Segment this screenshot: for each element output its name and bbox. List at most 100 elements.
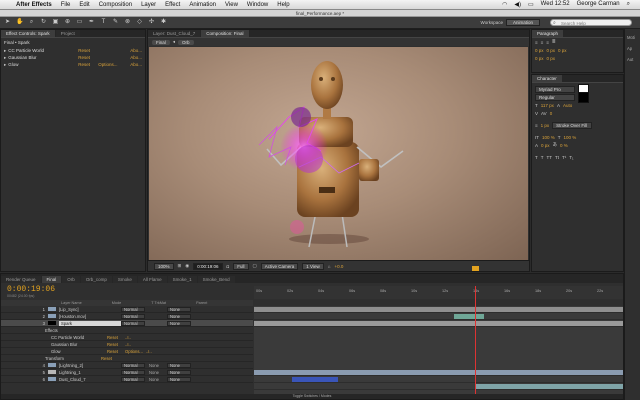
layer-name[interactable]: Dust_Cloud_7 xyxy=(59,377,121,382)
menu-view[interactable]: View xyxy=(225,2,238,8)
pan-behind-tool-icon[interactable]: ⊕ xyxy=(64,19,71,26)
menu-composition[interactable]: Composition xyxy=(99,2,132,8)
layer-bar[interactable] xyxy=(254,307,623,312)
exposure-value[interactable]: +0.0 xyxy=(334,264,343,269)
effect-row[interactable]: ▸ Glow Reset Options... Abo... xyxy=(1,61,145,68)
vertical-scale-value[interactable]: 100 % xyxy=(542,135,555,140)
selection-tool-icon[interactable]: ➤ xyxy=(4,19,11,26)
stroke-color-swatch[interactable] xyxy=(578,91,589,103)
effect-reset-button[interactable]: Reset xyxy=(107,349,125,354)
space-before-value[interactable]: 0 px xyxy=(535,56,544,61)
pen-tool-icon[interactable]: ✒ xyxy=(88,19,95,26)
layer-parent-select[interactable]: None xyxy=(167,313,191,319)
layer-bar[interactable] xyxy=(476,384,623,389)
align-left-icon[interactable]: ≡ xyxy=(535,40,538,45)
tab-final[interactable]: Final xyxy=(41,276,62,283)
search-help-input[interactable]: ⌕ Search Help xyxy=(550,19,632,26)
layer-bar[interactable] xyxy=(292,377,338,382)
effects-group-row[interactable]: Effects xyxy=(1,327,253,334)
camera-tool-icon[interactable]: ▣ xyxy=(52,19,59,26)
effect-row[interactable]: ▸ CC Particle World Reset Abo... xyxy=(1,47,145,54)
layer-name[interactable]: [Lip_Sync] xyxy=(59,307,121,312)
magnification-select[interactable]: 100% xyxy=(154,262,174,270)
wifi-icon[interactable]: ◠ xyxy=(502,1,507,8)
tab-character[interactable]: Character xyxy=(532,75,562,82)
effect-about-button[interactable]: Abo... xyxy=(130,48,145,53)
layer-row-selected[interactable]: 3 Spark Normal None xyxy=(1,320,253,327)
tab-smoke-bend[interactable]: Smoke_Bend xyxy=(197,276,235,283)
tab-smoke[interactable]: Smoke xyxy=(112,276,137,283)
layer-parent-select[interactable]: None xyxy=(167,376,191,382)
active-camera-select[interactable]: Active Camera xyxy=(260,262,299,270)
stroke-type-select[interactable]: Stroke Over Fill xyxy=(552,121,593,129)
subscript-icon[interactable]: T₁ xyxy=(569,155,573,160)
type-tool-icon[interactable]: T xyxy=(100,19,107,26)
eraser-tool-icon[interactable]: ◇ xyxy=(136,19,143,26)
indent-left-value[interactable]: 0 px xyxy=(535,48,544,53)
region-of-interest-icon[interactable]: ▢ xyxy=(253,263,257,269)
small-caps-icon[interactable]: Tt xyxy=(555,155,559,160)
tab-paragraph[interactable]: Paragraph xyxy=(532,30,564,37)
layer-label-color[interactable] xyxy=(48,363,56,367)
menu-layer[interactable]: Layer xyxy=(141,2,156,8)
tab-effect-controls[interactable]: Effect Controls: Spark xyxy=(1,30,55,37)
layer-trkmat-select[interactable]: None xyxy=(149,370,161,375)
brush-tool-icon[interactable]: ✎ xyxy=(112,19,119,26)
tab-orb-comp[interactable]: Orb_comp xyxy=(80,276,112,283)
col-mode[interactable]: Mode xyxy=(112,301,122,305)
justify-icon[interactable]: ≣ xyxy=(552,39,556,45)
tsume-value[interactable]: 0 % xyxy=(560,143,568,148)
faux-bold-icon[interactable]: T xyxy=(535,155,538,160)
faux-italic-icon[interactable]: T xyxy=(541,155,544,160)
tab-orb[interactable]: Orb xyxy=(62,276,80,283)
layer-trkmat-select[interactable]: None xyxy=(149,377,161,382)
effect-about-button[interactable]: Abo... xyxy=(130,62,145,67)
menu-clock[interactable]: Wed 12:52 xyxy=(541,1,570,8)
current-time-display[interactable]: 0:00:19:06 xyxy=(193,262,223,270)
effect-reset-button[interactable]: Reset xyxy=(78,55,98,60)
menu-file[interactable]: File xyxy=(61,2,71,8)
layer-row[interactable]: 1 [Lip_Sync] Normal None xyxy=(1,306,253,313)
col-parent[interactable]: Parent xyxy=(196,301,207,305)
effect-row[interactable]: CC Particle World Reset ..I.. xyxy=(1,334,253,341)
font-family-select[interactable]: Myriad Pro xyxy=(535,85,575,93)
effect-reset-button[interactable]: Reset xyxy=(107,342,125,347)
clone-tool-icon[interactable]: ⊗ xyxy=(124,19,131,26)
tracking-value[interactable]: 0 xyxy=(550,111,553,116)
space-after-value[interactable]: 0 px xyxy=(547,56,556,61)
align-center-icon[interactable]: ≡ xyxy=(541,40,544,45)
all-caps-icon[interactable]: TT xyxy=(547,155,553,160)
align-right-icon[interactable]: ≡ xyxy=(546,40,549,45)
first-line-indent-value[interactable]: 0 px xyxy=(558,48,567,53)
layer-row[interactable]: 5 Lightning_1 Normal None None xyxy=(1,369,253,376)
layer-row[interactable]: 4 [Lightning_2] Normal None None xyxy=(1,362,253,369)
layer-row[interactable]: 2 [Houston.mov] Normal None xyxy=(1,313,253,320)
disclosure-triangle-icon[interactable]: ▸ xyxy=(4,48,6,54)
tab-smoke-1[interactable]: Smoke_1 xyxy=(167,276,197,283)
hand-tool-icon[interactable]: ✋ xyxy=(16,19,23,26)
layer-mode-select[interactable]: Normal xyxy=(121,320,145,326)
spotlight-icon[interactable]: ⌕ xyxy=(627,1,630,8)
leading-value[interactable]: Auto xyxy=(563,103,572,108)
camera-icon[interactable]: ◘ xyxy=(227,264,230,269)
stroke-width-value[interactable]: 1 px xyxy=(541,123,550,128)
layer-label-color[interactable] xyxy=(48,307,56,311)
layer-label-color[interactable] xyxy=(48,321,56,325)
disclosure-triangle-icon[interactable]: ▸ xyxy=(4,62,6,68)
layer-bar[interactable] xyxy=(454,314,484,319)
menu-app-name[interactable]: After Effects xyxy=(16,2,52,8)
effect-reset-button[interactable]: Reset xyxy=(107,335,125,340)
effect-options-button[interactable]: Options... xyxy=(98,62,117,67)
layer-row[interactable]: 6 Dust_Cloud_7 Normal None None xyxy=(1,376,253,383)
effect-reset-button[interactable]: Reset xyxy=(78,48,98,53)
horizontal-scale-value[interactable]: 100 % xyxy=(564,135,577,140)
effect-row[interactable]: ▸ Gaussian Blur Reset Abo... xyxy=(1,54,145,61)
col-layer-name[interactable]: Layer Name xyxy=(61,301,82,305)
effect-options-button[interactable]: Options... xyxy=(125,349,143,354)
font-style-select[interactable]: Regular xyxy=(535,93,575,101)
menu-animation[interactable]: Animation xyxy=(189,2,216,8)
layer-trkmat-select[interactable]: None xyxy=(149,363,161,368)
puppet-tool-icon[interactable]: ✱ xyxy=(160,19,167,26)
layer-mode-select[interactable]: Normal xyxy=(121,362,145,368)
roto-tool-icon[interactable]: ✣ xyxy=(148,19,155,26)
